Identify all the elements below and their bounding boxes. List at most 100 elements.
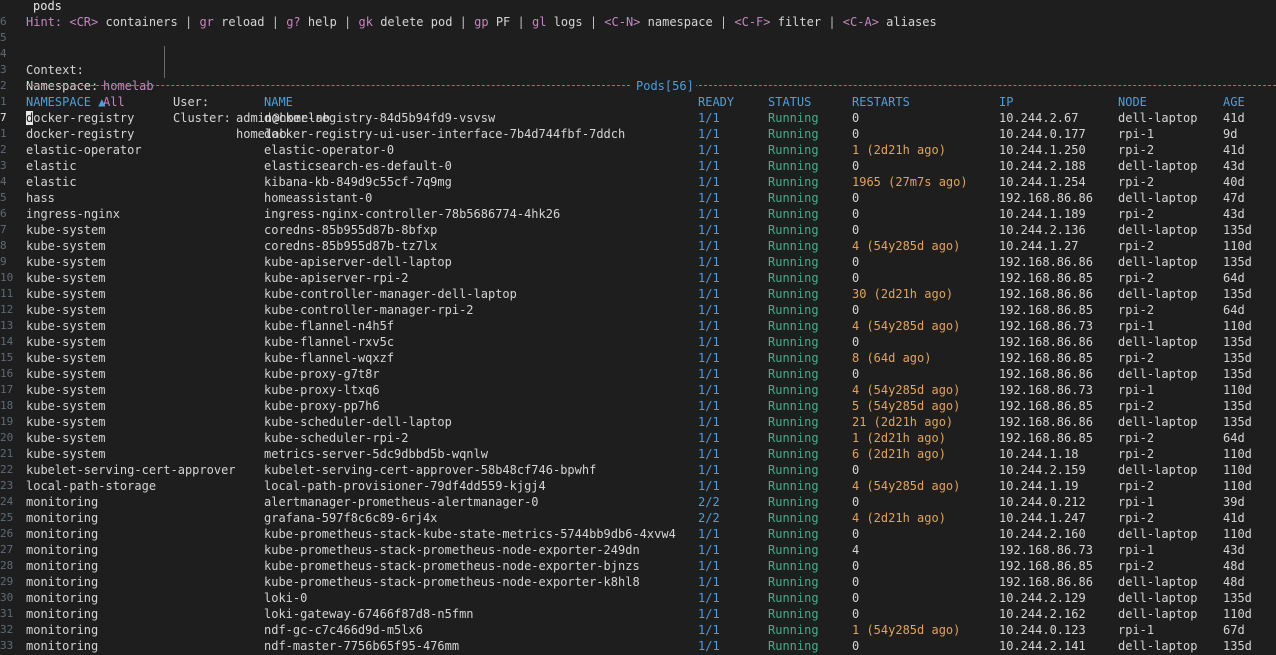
cell-name: kube-apiserver-dell-laptop bbox=[264, 255, 452, 269]
cell-restarts: 0 bbox=[852, 111, 860, 125]
cell-namespace: hass bbox=[26, 191, 55, 205]
cell-name: kube-proxy-g7t8r bbox=[264, 367, 380, 381]
cell-node: dell-laptop bbox=[1118, 639, 1198, 653]
table-row[interactable]: kube-system kube-proxy-ltxq6 1/1 Running 4 (… bbox=[0, 382, 1276, 398]
cell-age: 64d bbox=[1223, 303, 1245, 317]
cell-status: Running bbox=[768, 463, 819, 477]
table-row[interactable]: kube-system kube-scheduler-rpi-2 1/1 Runnin… bbox=[0, 430, 1276, 446]
column-header-name[interactable]: NAME bbox=[264, 94, 293, 110]
column-header-node[interactable]: NODE bbox=[1118, 94, 1147, 110]
table-row[interactable]: kube-system metrics-server-5dc9dbbd5b-wqn… bbox=[0, 446, 1276, 462]
cell-ready: 1/1 bbox=[698, 319, 720, 333]
table-row[interactable]: local-path-storage local-path-provisioner… bbox=[0, 478, 1276, 494]
cell-ready: 1/1 bbox=[698, 159, 720, 173]
cell-status: Running bbox=[768, 367, 819, 381]
table-row[interactable]: kube-system kube-scheduler-dell-laptop 1/1… bbox=[0, 414, 1276, 430]
cell-status: Running bbox=[768, 303, 819, 317]
table-row[interactable]: elastic-operator elastic-operator-0 1/1 Run… bbox=[0, 142, 1276, 158]
hint-label: filter bbox=[777, 15, 822, 29]
cell-restarts: 0 bbox=[852, 575, 860, 589]
cell-name: kibana-kb-849d9c55cf-7q9mg bbox=[264, 175, 452, 189]
table-row[interactable]: kube-system kube-flannel-rxv5c 1/1 Running 0… bbox=[0, 334, 1276, 350]
table-row[interactable]: monitoring ndf-gc-c7c466d9d-m5lx6 1/1 Runni… bbox=[0, 622, 1276, 638]
table-row[interactable]: kube-system kube-proxy-pp7h6 1/1 Running 5 (… bbox=[0, 398, 1276, 414]
table-row[interactable]: kube-system kube-apiserver-rpi-2 1/1 Runnin… bbox=[0, 270, 1276, 286]
cell-ready: 1/1 bbox=[698, 191, 720, 205]
table-row[interactable]: ingress-nginx ingress-nginx-controller-78… bbox=[0, 206, 1276, 222]
cell-status: Running bbox=[768, 175, 819, 189]
cell-status: Running bbox=[768, 287, 819, 301]
cell-age: 67d bbox=[1223, 623, 1245, 637]
cell-age: 64d bbox=[1223, 271, 1245, 285]
hint-label: containers bbox=[105, 15, 178, 29]
table-row[interactable]: kube-system kube-flannel-wqxzf 1/1 Running 8… bbox=[0, 350, 1276, 366]
cell-status: Running bbox=[768, 335, 819, 349]
table-row[interactable]: monitoring loki-0 1/1 Running 0 10.244.2.129 d… bbox=[0, 590, 1276, 606]
cell-ready: 1/1 bbox=[698, 271, 720, 285]
table-row[interactable]: elastic elasticsearch-es-default-0 1/1 Runn… bbox=[0, 158, 1276, 174]
hint-key: gr bbox=[199, 15, 214, 29]
cell-status: Running bbox=[768, 511, 819, 525]
cell-ready: 1/1 bbox=[698, 431, 720, 445]
cell-node: rpi-1 bbox=[1118, 623, 1155, 637]
column-header-ready[interactable]: READY bbox=[698, 94, 734, 110]
cell-restarts: 0 bbox=[852, 255, 860, 269]
cell-age: 110d bbox=[1223, 527, 1252, 541]
cell-node: rpi-2 bbox=[1118, 175, 1155, 189]
cell-ip: 10.244.1.247 bbox=[999, 511, 1086, 525]
table-row[interactable]: hass homeassistant-0 1/1 Running 0 192.168.86… bbox=[0, 190, 1276, 206]
cell-ip: 192.168.86.85 bbox=[999, 303, 1093, 317]
table-row[interactable]: kube-system coredns-85b955d87b-tz7lx 1/1 Ru… bbox=[0, 238, 1276, 254]
cell-status: Running bbox=[768, 383, 819, 397]
table-row[interactable]: monitoring kube-prometheus-stack-promethe… bbox=[0, 558, 1276, 574]
table-row[interactable]: monitoring kube-prometheus-stack-promethe… bbox=[0, 574, 1276, 590]
cell-age: 110d bbox=[1223, 319, 1252, 333]
cell-node: rpi-1 bbox=[1118, 383, 1155, 397]
cell-ready: 1/1 bbox=[698, 399, 720, 413]
cell-namespace: kube-system bbox=[26, 303, 106, 317]
cell-ip: 192.168.86.86 bbox=[999, 367, 1093, 381]
table-row[interactable]: monitoring kube-prometheus-stack-kube-sta… bbox=[0, 526, 1276, 542]
cell-namespace: kube-system bbox=[26, 319, 106, 333]
table-row[interactable]: kubelet-serving-cert-approver kubelet-ser… bbox=[0, 462, 1276, 478]
table-row[interactable]: docker-registry docker-registry-84d5b94fd… bbox=[0, 110, 1276, 126]
table-row[interactable]: elastic kibana-kb-849d9c55cf-7q9mg 1/1 Runn… bbox=[0, 174, 1276, 190]
cell-ready: 1/1 bbox=[698, 127, 720, 141]
cell-status: Running bbox=[768, 447, 819, 461]
cell-status: Running bbox=[768, 239, 819, 253]
cell-ready: 1/1 bbox=[698, 303, 720, 317]
cell-name: kube-proxy-ltxq6 bbox=[264, 383, 380, 397]
cell-ip: 192.168.86.73 bbox=[999, 383, 1093, 397]
cell-node: dell-laptop bbox=[1118, 111, 1198, 125]
table-row[interactable]: monitoring kube-prometheus-stack-promethe… bbox=[0, 542, 1276, 558]
cell-namespace: monitoring bbox=[26, 559, 99, 573]
table-row[interactable]: monitoring ndf-master-7756b65f95-476mm 1/1… bbox=[0, 638, 1276, 654]
column-header-status[interactable]: STATUS bbox=[768, 94, 811, 110]
column-header-restarts[interactable]: RESTARTS bbox=[852, 94, 910, 110]
cell-restarts: 0 bbox=[852, 639, 860, 653]
cell-name: kube-proxy-pp7h6 bbox=[264, 399, 380, 413]
table-row[interactable]: kube-system kube-proxy-g7t8r 1/1 Running 0 19… bbox=[0, 366, 1276, 382]
cell-age: 110d bbox=[1223, 607, 1252, 621]
cell-status: Running bbox=[768, 271, 819, 285]
table-row[interactable]: kube-system kube-controller-manager-rpi-2… bbox=[0, 302, 1276, 318]
column-header-age[interactable]: AGE bbox=[1223, 94, 1245, 110]
cell-restarts: 0 bbox=[852, 271, 860, 285]
table-row[interactable]: kube-system coredns-85b955d87b-8bfxp 1/1 Ru… bbox=[0, 222, 1276, 238]
column-header-namespace[interactable]: NAMESPACE ▲ bbox=[26, 94, 105, 110]
column-header-ip[interactable]: IP bbox=[999, 94, 1013, 110]
table-row[interactable]: monitoring loki-gateway-67466f87d8-n5fmn 1… bbox=[0, 606, 1276, 622]
cell-restarts: 6 (2d21h ago) bbox=[852, 447, 946, 461]
table-row[interactable]: kube-system kube-apiserver-dell-laptop 1/1… bbox=[0, 254, 1276, 270]
hint-key: <CR> bbox=[69, 15, 99, 29]
cell-name: kube-apiserver-rpi-2 bbox=[264, 271, 409, 285]
table-row[interactable]: docker-registry docker-registry-ui-user-i… bbox=[0, 126, 1276, 142]
table-row[interactable]: monitoring alertmanager-prometheus-alertm… bbox=[0, 494, 1276, 510]
table-row[interactable]: kube-system kube-controller-manager-dell-… bbox=[0, 286, 1276, 302]
table-row[interactable]: kube-system kube-flannel-n4h5f 1/1 Running 4… bbox=[0, 318, 1276, 334]
cell-name: kubelet-serving-cert-approver-58b48cf746… bbox=[264, 463, 597, 477]
cell-name: docker-registry-ui-user-interface-7b4d74… bbox=[264, 127, 626, 141]
hint-separator: | bbox=[828, 15, 836, 29]
table-row[interactable]: monitoring grafana-597f8c6c89-6rj4x 2/2 Run… bbox=[0, 510, 1276, 526]
cell-status: Running bbox=[768, 527, 819, 541]
